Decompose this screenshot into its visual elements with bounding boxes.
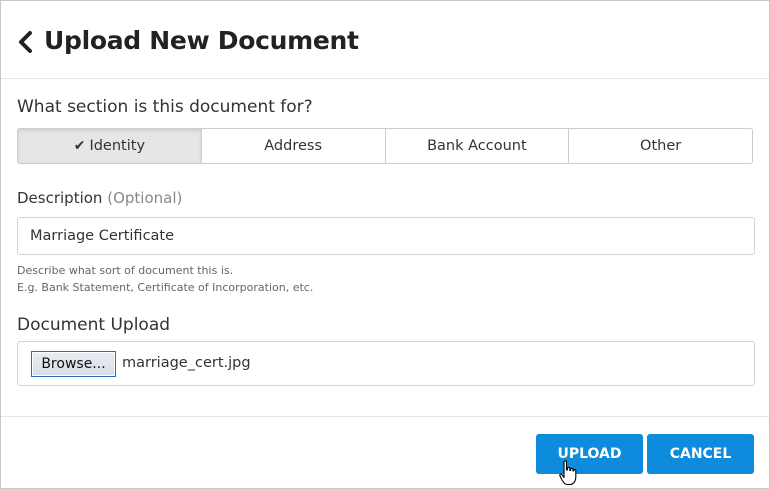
upload-document-dialog: Upload New Document What section is this… bbox=[0, 0, 770, 489]
section-option-label: Other bbox=[640, 138, 682, 154]
section-option-identity[interactable]: ✔ Identity bbox=[18, 129, 201, 163]
upload-button[interactable]: UPLOAD bbox=[536, 434, 643, 474]
description-help-line: E.g. Bank Statement, Certificate of Inco… bbox=[17, 281, 314, 294]
description-label-text: Description bbox=[17, 189, 103, 207]
description-label: Description (Optional) bbox=[17, 189, 182, 207]
browse-button[interactable]: Browse... bbox=[31, 351, 116, 377]
document-upload-label: Document Upload bbox=[17, 315, 171, 335]
back-button[interactable] bbox=[15, 28, 37, 56]
description-help-line: Describe what sort of document this is. bbox=[17, 264, 234, 277]
section-option-label: Bank Account bbox=[427, 138, 527, 154]
optional-tag: (Optional) bbox=[107, 189, 183, 207]
section-option-label: Identity bbox=[89, 138, 146, 154]
section-question: What section is this document for? bbox=[17, 97, 313, 117]
description-help: Describe what sort of document this is. … bbox=[17, 262, 313, 296]
section-option-label: Address bbox=[264, 138, 322, 154]
selected-file-name: marriage_cert.jpg bbox=[122, 355, 251, 371]
dialog-header: Upload New Document bbox=[1, 1, 769, 79]
chevron-left-icon bbox=[19, 31, 32, 53]
section-option-address[interactable]: Address bbox=[200, 129, 385, 163]
checkmark-icon: ✔ bbox=[73, 138, 86, 154]
dialog-title: Upload New Document bbox=[44, 26, 359, 55]
description-input[interactable] bbox=[17, 217, 755, 255]
section-option-bank-account[interactable]: Bank Account bbox=[384, 129, 569, 163]
section-option-other[interactable]: Other bbox=[568, 129, 752, 163]
section-selector: ✔ Identity Address Bank Account Other bbox=[17, 128, 753, 164]
dialog-footer: UPLOAD CANCEL bbox=[1, 416, 769, 489]
cancel-button[interactable]: CANCEL bbox=[647, 434, 754, 474]
file-input: Browse... marriage_cert.jpg bbox=[17, 341, 755, 386]
